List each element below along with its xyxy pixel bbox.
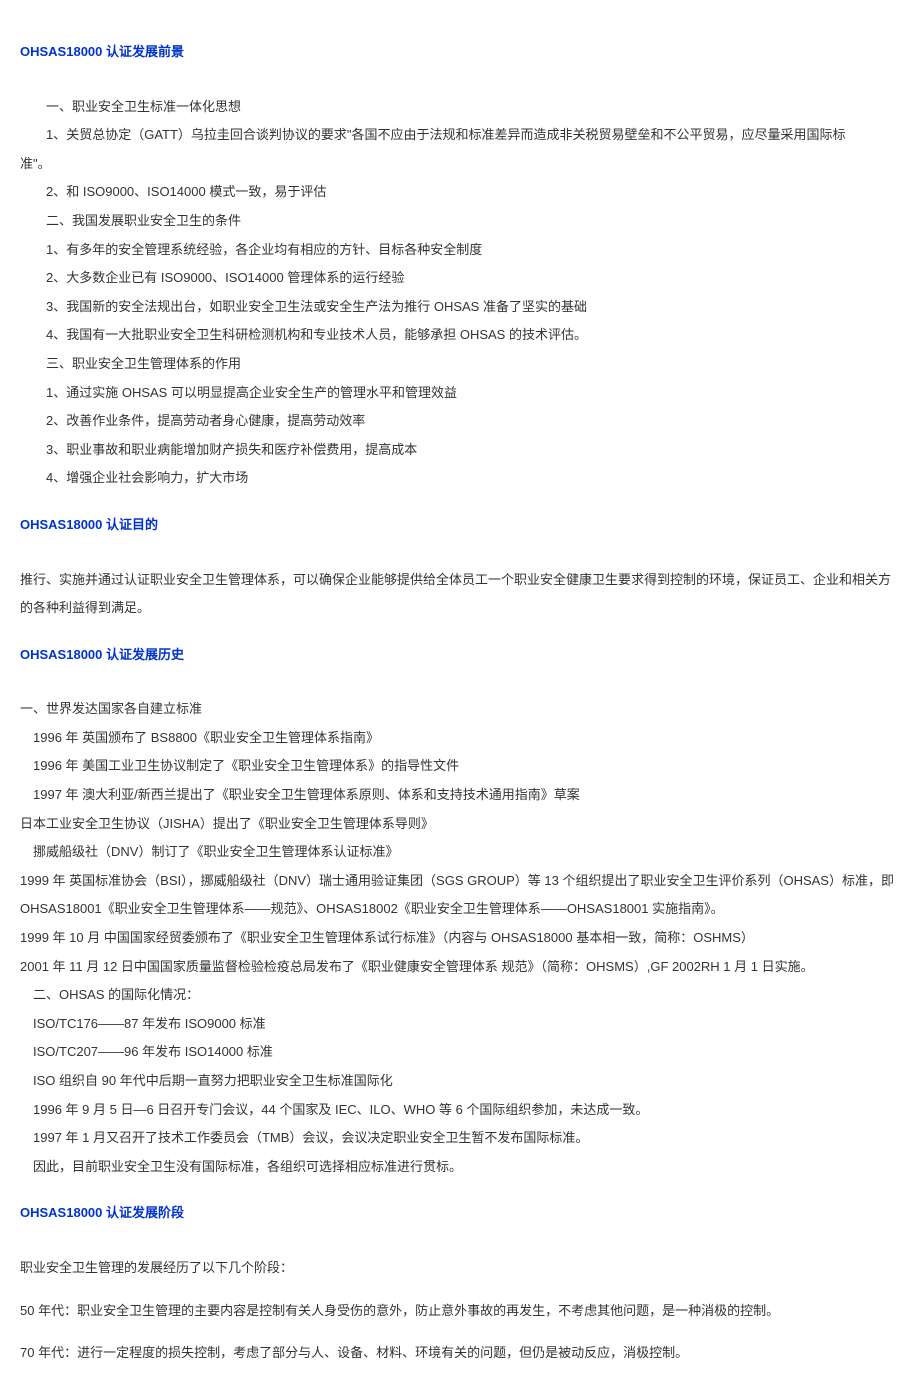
prospects-line: 2、和 ISO9000、ISO14000 模式一致，易于评估 <box>20 178 900 207</box>
phases-line: 70 年代：进行一定程度的损失控制，考虑了部分与人、设备、材料、环境有关的问题，… <box>20 1339 900 1368</box>
history-line: 一、世界发达国家各自建立标准 <box>20 695 900 724</box>
prospects-line: 3、我国新的安全法规出台，如职业安全卫生法或安全生产法为推行 OHSAS 准备了… <box>20 293 900 322</box>
prospects-line: 2、改善作业条件，提高劳动者身心健康，提高劳动效率 <box>20 407 900 436</box>
history-line: 因此，目前职业安全卫生没有国际标准，各组织可选择相应标准进行贯标。 <box>20 1153 900 1182</box>
history-line: 1996 年 英国颁布了 BS8800《职业安全卫生管理体系指南》 <box>20 724 900 753</box>
prospects-line: 4、我国有一大批职业安全卫生科研检测机构和专业技术人员，能够承担 OHSAS 的… <box>20 321 900 350</box>
history-line: 1997 年 1 月又召开了技术工作委员会（TMB）会议，会议决定职业安全卫生暂… <box>20 1124 900 1153</box>
prospects-line: 1、有多年的安全管理系统经验，各企业均有相应的方针、目标各种安全制度 <box>20 236 900 265</box>
history-line: 1999 年 英国标准协会（BSI），挪威船级社（DNV）瑞士通用验证集团（SG… <box>20 867 900 924</box>
prospects-line: 二、我国发展职业安全卫生的条件 <box>20 207 900 236</box>
history-line: 1997 年 澳大利亚/新西兰提出了《职业安全卫生管理体系原则、体系和支持技术通… <box>20 781 900 810</box>
heading-purpose: OHSAS18000 认证目的 <box>20 511 900 540</box>
history-line: ISO/TC207——96 年发布 ISO14000 标准 <box>20 1038 900 1067</box>
prospects-line: 2、大多数企业已有 ISO9000、ISO14000 管理体系的运行经验 <box>20 264 900 293</box>
prospects-line: 三、职业安全卫生管理体系的作用 <box>20 350 900 379</box>
heading-history: OHSAS18000 认证发展历史 <box>20 641 900 670</box>
phases-line: 职业安全卫生管理的发展经历了以下几个阶段： <box>20 1254 900 1283</box>
history-line: 1996 年 9 月 5 日—6 日召开专门会议，44 个国家及 IEC、ILO… <box>20 1096 900 1125</box>
heading-prospects: OHSAS18000 认证发展前景 <box>20 38 900 67</box>
history-line: 1999 年 10 月 中国国家经贸委颁布了《职业安全卫生管理体系试行标准》（内… <box>20 924 900 953</box>
prospects-line: 一、职业安全卫生标准一体化思想 <box>20 93 900 122</box>
phases-line: 50 年代：职业安全卫生管理的主要内容是控制有关人身受伤的意外，防止意外事故的再… <box>20 1297 900 1326</box>
prospects-line: 1、通过实施 OHSAS 可以明显提高企业安全生产的管理水平和管理效益 <box>20 379 900 408</box>
prospects-line: 3、职业事故和职业病能增加财产损失和医疗补偿费用，提高成本 <box>20 436 900 465</box>
history-line: ISO/TC176——87 年发布 ISO9000 标准 <box>20 1010 900 1039</box>
purpose-text: 推行、实施并通过认证职业安全卫生管理体系，可以确保企业能够提供给全体员工一个职业… <box>20 566 900 623</box>
prospects-line: 准"。 <box>20 150 900 179</box>
history-line: 二、OHSAS 的国际化情况： <box>20 981 900 1010</box>
history-line: 1996 年 美国工业卫生协议制定了《职业安全卫生管理体系》的指导性文件 <box>20 752 900 781</box>
prospects-line: 1、关贸总协定（GATT）乌拉圭回合谈判协议的要求"各国不应由于法规和标准差异而… <box>20 121 900 150</box>
history-line: 日本工业安全卫生协议（JISHA）提出了《职业安全卫生管理体系导则》 <box>20 810 900 839</box>
history-line: ISO 组织自 90 年代中后期一直努力把职业安全卫生标准国际化 <box>20 1067 900 1096</box>
prospects-line: 4、增强企业社会影响力，扩大市场 <box>20 464 900 493</box>
heading-phases: OHSAS18000 认证发展阶段 <box>20 1199 900 1228</box>
history-line: 挪威船级社（DNV）制订了《职业安全卫生管理体系认证标准》 <box>20 838 900 867</box>
history-line: 2001 年 11 月 12 日中国国家质量监督检验检疫总局发布了《职业健康安全… <box>20 953 900 982</box>
